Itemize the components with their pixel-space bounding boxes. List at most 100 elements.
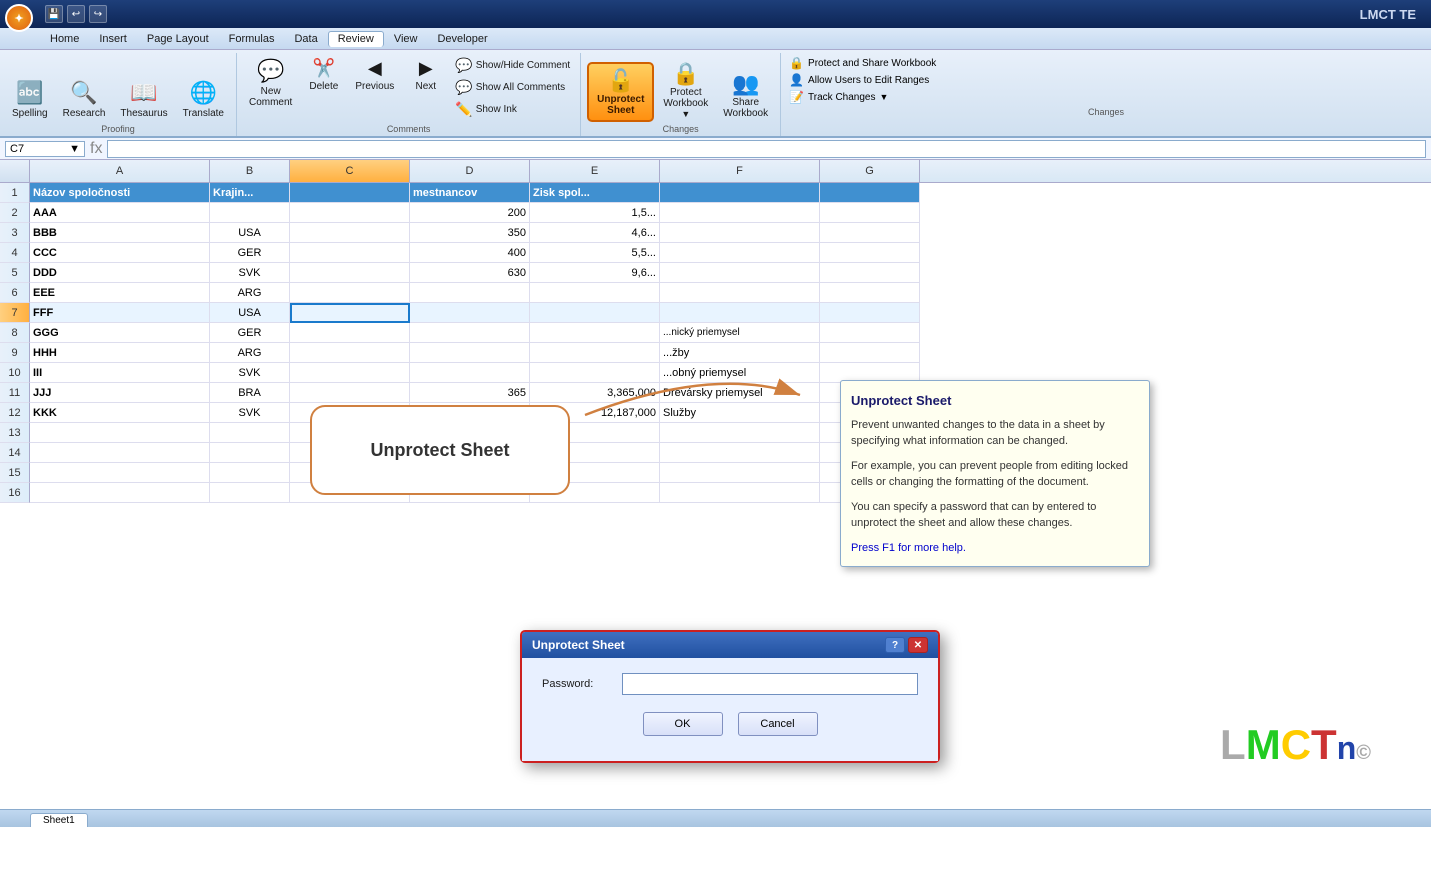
cell-e1[interactable]: Zisk spol... [530,183,660,203]
cell-g6[interactable] [820,283,920,303]
cell-a12[interactable]: KKK [30,403,210,423]
redo-quick-btn[interactable]: ↪ [89,5,107,23]
cell-a15[interactable] [30,463,210,483]
cell-g1[interactable] [820,183,920,203]
cell-b6[interactable]: ARG [210,283,290,303]
sheet-tab-1[interactable]: Sheet1 [30,813,88,827]
cell-e11[interactable]: 3,365,000 [530,383,660,403]
cell-b9[interactable]: ARG [210,343,290,363]
cell-f10[interactable]: ...obný priemysel [660,363,820,383]
cell-f4[interactable] [660,243,820,263]
cell-c7[interactable] [290,303,410,323]
col-header-g[interactable]: G [820,160,920,182]
cell-g2[interactable] [820,203,920,223]
spelling-btn[interactable]: 🔤 Spelling [6,77,54,122]
cell-a13[interactable] [30,423,210,443]
cell-d1[interactable]: mestnancov [410,183,530,203]
cell-f12[interactable]: Služby [660,403,820,423]
track-changes-btn[interactable]: 📝 Track Changes ▼ [787,89,1425,105]
cell-b11[interactable]: BRA [210,383,290,403]
formula-input[interactable] [107,140,1426,158]
cell-f7[interactable] [660,303,820,323]
cell-b5[interactable]: SVK [210,263,290,283]
cell-b3[interactable]: USA [210,223,290,243]
cell-b8[interactable]: GER [210,323,290,343]
cell-a2[interactable]: AAA [30,203,210,223]
cell-g5[interactable] [820,263,920,283]
cell-b4[interactable]: GER [210,243,290,263]
cell-d9[interactable] [410,343,530,363]
cell-a11[interactable]: JJJ [30,383,210,403]
office-button[interactable]: ✦ [5,4,33,32]
cell-a1[interactable]: Názov spoločnosti [30,183,210,203]
save-quick-btn[interactable]: 💾 [45,5,63,23]
cell-d6[interactable] [410,283,530,303]
cell-g7[interactable] [820,303,920,323]
cell-f8[interactable]: ...nický priemysel [660,323,820,343]
col-header-e[interactable]: E [530,160,660,182]
show-ink-btn[interactable]: ✏️ Show Ink [451,99,574,120]
cell-b16[interactable] [210,483,290,503]
cell-c5[interactable] [290,263,410,283]
cell-g3[interactable] [820,223,920,243]
cell-e6[interactable] [530,283,660,303]
col-header-c[interactable]: C [290,160,410,182]
cell-g4[interactable] [820,243,920,263]
next-comment-btn[interactable]: ▶ Next [403,55,448,95]
cell-b12[interactable]: SVK [210,403,290,423]
cell-f15[interactable] [660,463,820,483]
cell-c9[interactable] [290,343,410,363]
cell-c2[interactable] [290,203,410,223]
menu-formulas[interactable]: Formulas [219,31,285,47]
menu-insert[interactable]: Insert [89,31,137,47]
cell-e9[interactable] [530,343,660,363]
cell-e10[interactable] [530,363,660,383]
cell-b1[interactable]: Krajin... [210,183,290,203]
cell-b10[interactable]: SVK [210,363,290,383]
protect-workbook-btn[interactable]: 🔒 Protect Workbook ▼ [657,58,714,122]
cell-d8[interactable] [410,323,530,343]
menu-view[interactable]: View [384,31,428,47]
menu-developer[interactable]: Developer [427,31,497,47]
menu-data[interactable]: Data [284,31,327,47]
dialog-close-btn[interactable]: ✕ [908,637,928,653]
cell-b13[interactable] [210,423,290,443]
cell-e2[interactable]: 1,5... [530,203,660,223]
cell-a7[interactable]: FFF [30,303,210,323]
cell-e7[interactable] [530,303,660,323]
translate-btn[interactable]: 🌐 Translate [177,77,230,122]
col-header-a[interactable]: A [30,160,210,182]
dialog-cancel-btn[interactable]: Cancel [738,712,818,736]
cell-f9[interactable]: ...žby [660,343,820,363]
cell-ref-dropdown[interactable]: ▼ [69,143,80,155]
undo-quick-btn[interactable]: ↩ [67,5,85,23]
cell-c10[interactable] [290,363,410,383]
cell-f5[interactable] [660,263,820,283]
research-btn[interactable]: 🔍 Research [57,77,112,122]
delete-comment-btn[interactable]: ✂️ Delete [301,55,346,95]
cell-a16[interactable] [30,483,210,503]
dialog-help-btn[interactable]: ? [885,637,905,653]
cell-e3[interactable]: 4,6... [530,223,660,243]
col-header-d[interactable]: D [410,160,530,182]
menu-review[interactable]: Review [328,31,384,47]
cell-b14[interactable] [210,443,290,463]
cell-f13[interactable] [660,423,820,443]
cell-g9[interactable] [820,343,920,363]
menu-home[interactable]: Home [40,31,89,47]
col-header-b[interactable]: B [210,160,290,182]
share-workbook-btn[interactable]: 👥 Share Workbook [717,68,774,122]
cell-e8[interactable] [530,323,660,343]
cell-g8[interactable] [820,323,920,343]
unprotect-sheet-btn[interactable]: 🔓 Unprotect Sheet [587,62,654,122]
cell-a3[interactable]: BBB [30,223,210,243]
show-hide-comment-btn[interactable]: 💬 Show/Hide Comment [451,55,574,76]
cell-b7[interactable]: USA [210,303,290,323]
dialog-ok-btn[interactable]: OK [643,712,723,736]
tooltip-help-link[interactable]: Press F1 for more help. [851,542,966,554]
allow-users-btn[interactable]: 👤 Allow Users to Edit Ranges [787,72,1425,88]
cell-d7[interactable] [410,303,530,323]
cell-c1[interactable] [290,183,410,203]
cell-c4[interactable] [290,243,410,263]
cell-d4[interactable]: 400 [410,243,530,263]
